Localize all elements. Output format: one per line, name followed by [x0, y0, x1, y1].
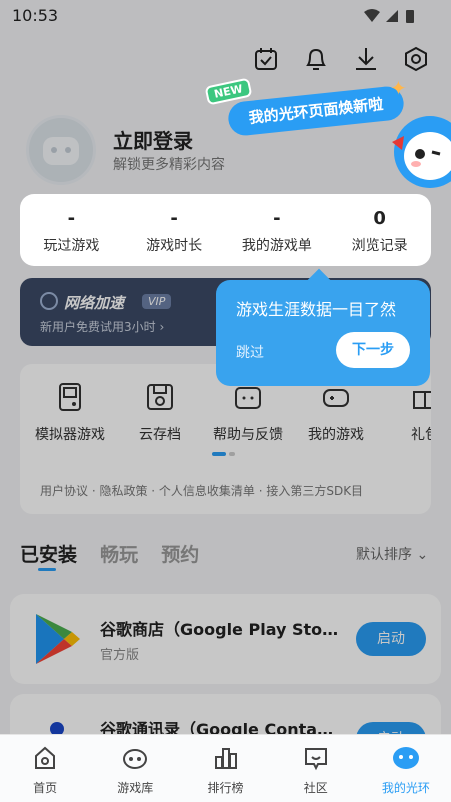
stat-label: 游戏时长 [146, 238, 203, 254]
stat-label: 浏览记录 [351, 238, 408, 254]
tooltip-message: 游戏生涯数据一目了然 [236, 300, 397, 319]
stats-card: - 玩过游戏 - 游戏时长 - 我的游戏单 0 浏览记录 [20, 194, 431, 266]
stat-value: - [67, 208, 76, 229]
nav-label: 游戏库 [117, 781, 154, 795]
stat-value: - [170, 208, 178, 229]
nav-game-library[interactable]: 游戏库 [90, 735, 180, 802]
stat-value: 0 [373, 208, 386, 229]
stat-history[interactable]: 0 浏览记录 [328, 194, 431, 266]
nav-label: 排行榜 [207, 781, 244, 795]
ranking-icon [214, 748, 237, 769]
profile-icon [392, 747, 419, 769]
stat-value: - [273, 208, 281, 229]
stat-play-time[interactable]: - 游戏时长 [123, 194, 226, 266]
nav-label: 我的光环 [381, 781, 430, 795]
nav-home[interactable]: 首页 [0, 735, 90, 802]
stat-played-games[interactable]: - 玩过游戏 [20, 194, 123, 266]
sparkle-icon: ✦ [390, 76, 407, 100]
community-icon [304, 748, 327, 771]
stat-game-lists[interactable]: - 我的游戏单 [226, 194, 329, 266]
gamepad-icon [123, 749, 148, 769]
home-icon [35, 746, 56, 769]
mascot-icon [392, 116, 451, 188]
next-button[interactable]: 下一步 [336, 332, 410, 368]
nav-ranking[interactable]: 排行榜 [180, 735, 270, 802]
guide-tooltip: 游戏生涯数据一目了然 跳过 下一步 [216, 268, 430, 386]
skip-button[interactable]: 跳过 [236, 342, 264, 362]
nav-label: 社区 [303, 781, 328, 795]
stat-label: 玩过游戏 [43, 238, 100, 254]
nav-community[interactable]: 社区 [271, 735, 361, 802]
bottom-nav: 首页 游戏库 排行榜 社区 我的光环 [0, 734, 451, 802]
banner-text: 我的光环页面焕新啦 [226, 84, 406, 138]
nav-label: 首页 [33, 781, 58, 795]
nav-my-profile[interactable]: 我的光环 [361, 735, 451, 802]
stat-label: 我的游戏单 [241, 238, 312, 254]
